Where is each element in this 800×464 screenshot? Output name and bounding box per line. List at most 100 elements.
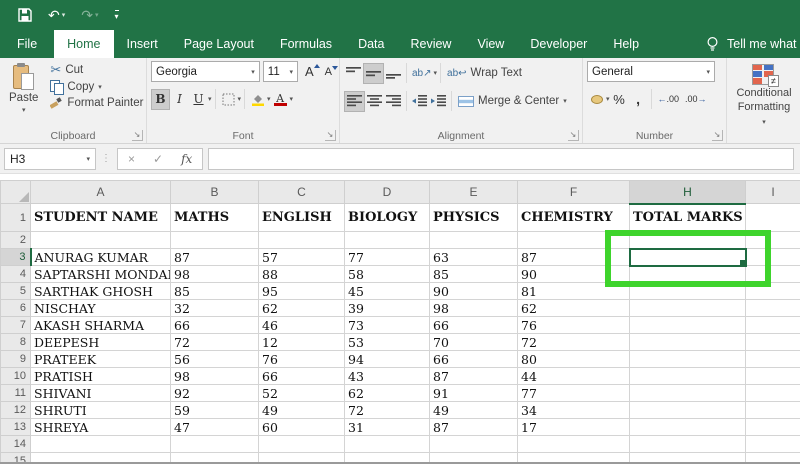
cell-D11[interactable]: 62: [345, 385, 430, 402]
cell-E3[interactable]: 63: [430, 249, 518, 266]
row-header-3[interactable]: 3: [1, 249, 31, 266]
row-header-6[interactable]: 6: [1, 300, 31, 317]
cell-H13[interactable]: [630, 419, 746, 436]
column-header-E[interactable]: E: [430, 181, 518, 204]
cell-C5[interactable]: 95: [259, 283, 345, 300]
accounting-format-button[interactable]: [587, 89, 606, 110]
cell-I13[interactable]: [746, 419, 800, 436]
cell-E5[interactable]: 90: [430, 283, 518, 300]
cell-B9[interactable]: 56: [171, 351, 259, 368]
cell-I1[interactable]: [746, 204, 800, 232]
cell-C10[interactable]: 66: [259, 368, 345, 385]
bold-button[interactable]: B: [151, 89, 170, 110]
cell-H5[interactable]: [630, 283, 746, 300]
cell-B6[interactable]: 32: [171, 300, 259, 317]
wrap-text-button[interactable]: ab↩ Wrap Text: [444, 65, 525, 81]
cancel-button[interactable]: ×: [128, 152, 135, 166]
cell-I11[interactable]: [746, 385, 800, 402]
orientation-button[interactable]: ab↗: [410, 63, 434, 84]
cell-E7[interactable]: 66: [430, 317, 518, 334]
row-header-2[interactable]: 2: [1, 232, 31, 249]
cell-D2[interactable]: [345, 232, 430, 249]
cell-C14[interactable]: [259, 436, 345, 453]
undo-button[interactable]: ↶ ▾: [42, 6, 71, 24]
borders-button[interactable]: [219, 89, 238, 110]
alignment-dialog-launcher[interactable]: ↘: [568, 130, 579, 141]
cell-I10[interactable]: [746, 368, 800, 385]
cell-F6[interactable]: 62: [518, 300, 630, 317]
column-header-F[interactable]: F: [518, 181, 630, 204]
cell-C1[interactable]: ENGLISH: [259, 204, 345, 232]
tab-review[interactable]: Review: [397, 30, 464, 58]
cell-E9[interactable]: 66: [430, 351, 518, 368]
cell-F8[interactable]: 72: [518, 334, 630, 351]
cell-H7[interactable]: [630, 317, 746, 334]
cut-button[interactable]: ✂ Cut: [47, 61, 146, 78]
cell-C4[interactable]: 88: [259, 266, 345, 283]
increase-indent-button[interactable]: [429, 91, 448, 112]
cell-I2[interactable]: [746, 232, 800, 249]
cell-F10[interactable]: 44: [518, 368, 630, 385]
conditional-formatting-button[interactable]: ≠ Conditional Formatting ▾: [731, 61, 797, 131]
cell-D12[interactable]: 72: [345, 402, 430, 419]
cell-E8[interactable]: 70: [430, 334, 518, 351]
cell-B14[interactable]: [171, 436, 259, 453]
column-header-C[interactable]: C: [259, 181, 345, 204]
cell-A7[interactable]: AKASH SHARMA: [31, 317, 171, 334]
cell-F2[interactable]: [518, 232, 630, 249]
increase-font-size-button[interactable]: A: [301, 64, 318, 79]
decrease-decimal-button[interactable]: .00→: [682, 94, 710, 104]
cell-F5[interactable]: 81: [518, 283, 630, 300]
cell-H10[interactable]: [630, 368, 746, 385]
font-name-combobox[interactable]: Georgia ▾: [151, 61, 260, 82]
row-header-9[interactable]: 9: [1, 351, 31, 368]
cell-C8[interactable]: 12: [259, 334, 345, 351]
cell-D7[interactable]: 73: [345, 317, 430, 334]
cell-H9[interactable]: [630, 351, 746, 368]
copy-button[interactable]: Copy ▾: [47, 78, 146, 95]
decrease-indent-button[interactable]: [410, 91, 429, 112]
cell-H2[interactable]: [630, 232, 746, 249]
cell-I8[interactable]: [746, 334, 800, 351]
cell-C6[interactable]: 62: [259, 300, 345, 317]
row-header-14[interactable]: 14: [1, 436, 31, 453]
cell-A13[interactable]: SHREYA: [31, 419, 171, 436]
paste-button[interactable]: Paste ▾: [4, 61, 43, 129]
tab-file[interactable]: File: [0, 30, 54, 58]
cell-F13[interactable]: 17: [518, 419, 630, 436]
row-header-13[interactable]: 13: [1, 419, 31, 436]
top-align-button[interactable]: [344, 63, 363, 84]
insert-function-button[interactable]: fx: [181, 152, 192, 166]
column-header-H[interactable]: H: [630, 181, 746, 204]
row-header-1[interactable]: 1: [1, 204, 31, 232]
align-right-button[interactable]: [384, 91, 403, 112]
save-button[interactable]: [12, 6, 38, 24]
bottom-align-button[interactable]: [384, 63, 403, 84]
cell-C7[interactable]: 46: [259, 317, 345, 334]
cell-F11[interactable]: 77: [518, 385, 630, 402]
cell-I12[interactable]: [746, 402, 800, 419]
fill-color-button[interactable]: [248, 89, 267, 110]
enter-button[interactable]: ✓: [153, 152, 163, 166]
cell-E6[interactable]: 98: [430, 300, 518, 317]
cell-H8[interactable]: [630, 334, 746, 351]
formula-input[interactable]: [208, 148, 794, 170]
cell-I14[interactable]: [746, 436, 800, 453]
cell-F9[interactable]: 80: [518, 351, 630, 368]
customize-qat-button[interactable]: ▾: [115, 10, 119, 21]
column-header-D[interactable]: D: [345, 181, 430, 204]
cell-I3[interactable]: [746, 249, 800, 266]
column-header-I[interactable]: I: [746, 181, 800, 204]
cell-B13[interactable]: 47: [171, 419, 259, 436]
font-size-combobox[interactable]: 11 ▾: [263, 61, 298, 82]
cell-B5[interactable]: 85: [171, 283, 259, 300]
cell-H6[interactable]: [630, 300, 746, 317]
cell-D9[interactable]: 94: [345, 351, 430, 368]
cell-B3[interactable]: 87: [171, 249, 259, 266]
cell-B8[interactable]: 72: [171, 334, 259, 351]
tab-data[interactable]: Data: [345, 30, 397, 58]
cell-E1[interactable]: PHYSICS: [430, 204, 518, 232]
cell-D10[interactable]: 43: [345, 368, 430, 385]
cell-F4[interactable]: 90: [518, 266, 630, 283]
cell-F3[interactable]: 87: [518, 249, 630, 266]
